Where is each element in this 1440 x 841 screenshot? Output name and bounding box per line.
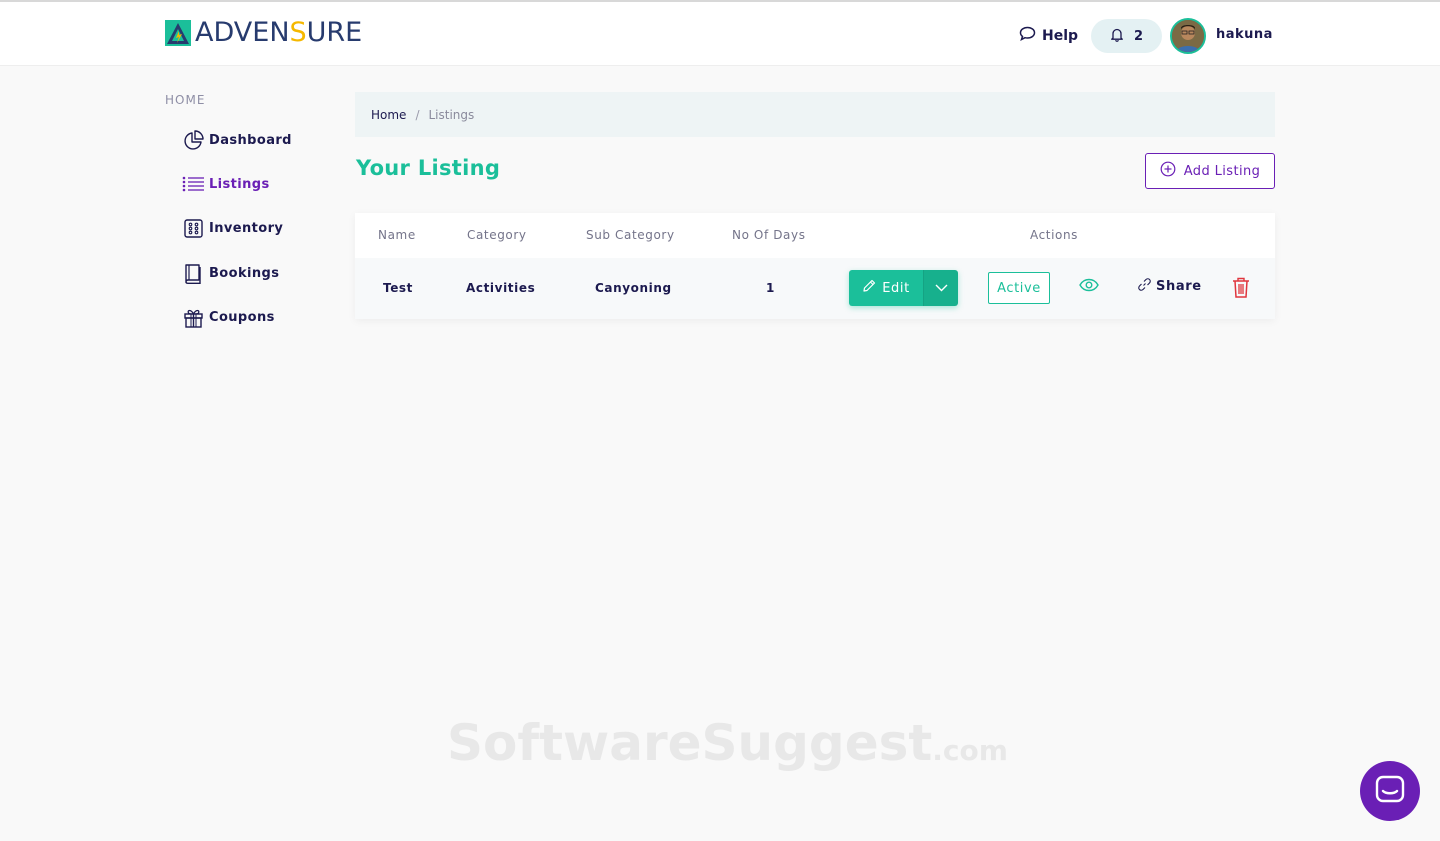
sidebar-item-label: Bookings (209, 265, 280, 281)
view-listing-button[interactable] (1079, 278, 1099, 295)
link-icon (1138, 278, 1151, 295)
delete-button[interactable] (1232, 277, 1250, 301)
sidebar-item-listings[interactable]: Listings (182, 173, 270, 195)
cell-category: Activities (466, 281, 536, 295)
table-header: Name Category Sub Category No Of Days Ac… (355, 213, 1275, 258)
watermark: SoftwareSuggest.com (447, 714, 1008, 772)
page-title: Your Listing (356, 156, 501, 180)
chevron-down-icon (935, 281, 948, 295)
column-header-actions: Actions (1030, 228, 1079, 242)
sidebar-item-inventory[interactable]: Inventory (182, 217, 283, 239)
grid-dots-icon (182, 217, 204, 239)
pie-chart-icon (182, 129, 204, 151)
edit-label: Edit (882, 280, 910, 296)
bell-icon (1110, 27, 1124, 46)
breadcrumb: Home / Listings (355, 92, 1275, 137)
book-icon (182, 262, 204, 284)
sidebar-item-dashboard[interactable]: Dashboard (182, 129, 292, 151)
chat-bubble-icon (1019, 26, 1042, 45)
help-link[interactable]: Help (1019, 26, 1078, 45)
share-label: Share (1156, 279, 1202, 294)
notifications-button[interactable]: 2 (1091, 19, 1162, 53)
column-header-days: No Of Days (732, 228, 806, 242)
sidebar-item-label: Dashboard (209, 132, 292, 148)
table-row: Test Activities Canyoning 1 Edit Active (355, 258, 1275, 319)
sidebar-item-label: Coupons (209, 309, 275, 325)
listings-table: Name Category Sub Category No Of Days Ac… (355, 213, 1275, 319)
sidebar-item-bookings[interactable]: Bookings (182, 262, 279, 284)
sidebar-item-label: Inventory (209, 220, 284, 236)
share-button[interactable]: Share (1138, 278, 1202, 295)
breadcrumb-current: Listings (428, 107, 475, 122)
adventure-logo[interactable]: ADVENSURE (165, 19, 362, 47)
breadcrumb-separator: / (415, 107, 420, 122)
column-header-category: Category (467, 228, 527, 242)
add-listing-button[interactable]: Add Listing (1145, 153, 1275, 189)
avatar[interactable] (1170, 18, 1206, 54)
sidebar-item-label: Listings (209, 176, 270, 192)
username[interactable]: hakuna (1216, 27, 1273, 42)
trash-icon (1232, 277, 1250, 301)
pencil-icon (862, 279, 876, 297)
top-header: ADVENSURE Help 2 hakuna (0, 0, 1440, 66)
cell-days: 1 (766, 281, 775, 295)
plus-circle-icon (1160, 161, 1176, 181)
cell-name: Test (383, 281, 414, 295)
edit-dropdown-toggle[interactable] (923, 270, 958, 306)
status-toggle-button[interactable]: Active (988, 272, 1050, 304)
edit-button-group: Edit (849, 270, 958, 306)
cell-sub-category: Canyoning (595, 281, 672, 295)
logo-mark-icon (165, 20, 191, 46)
list-icon (182, 173, 204, 195)
add-listing-label: Add Listing (1183, 163, 1261, 179)
chat-launcher-button[interactable] (1360, 761, 1420, 821)
gift-icon (182, 306, 204, 328)
eye-icon (1079, 278, 1099, 295)
sidebar-item-coupons[interactable]: Coupons (182, 306, 275, 328)
breadcrumb-home-link[interactable]: Home (371, 108, 406, 122)
help-label: Help (1042, 27, 1079, 44)
column-header-name: Name (378, 228, 416, 242)
sidebar-heading: HOME (165, 93, 206, 107)
chat-icon (1375, 775, 1405, 807)
logo-wordmark: ADVENSURE (195, 17, 363, 48)
column-header-sub-category: Sub Category (586, 228, 675, 242)
notification-count: 2 (1133, 28, 1144, 44)
edit-button[interactable]: Edit (849, 270, 923, 306)
